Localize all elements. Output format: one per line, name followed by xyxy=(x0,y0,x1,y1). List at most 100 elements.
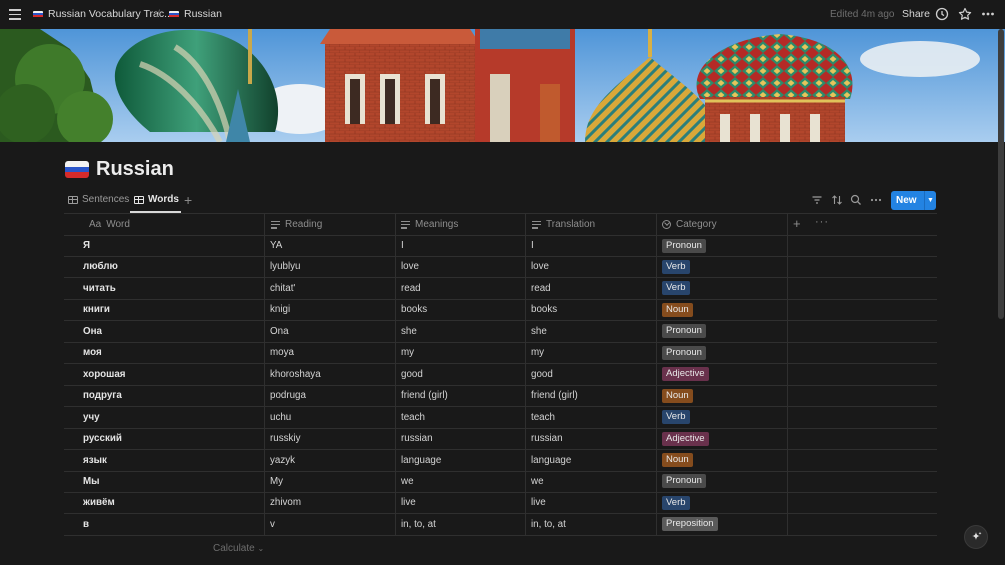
translation-cell[interactable]: russian xyxy=(531,433,563,444)
table-row[interactable]: Я YA I I Pronoun xyxy=(64,235,937,257)
translation-cell[interactable]: friend (girl) xyxy=(531,390,578,401)
breadcrumb-current[interactable]: Russian xyxy=(169,8,222,20)
reading-cell[interactable]: moya xyxy=(270,347,294,358)
word-cell[interactable]: хорошая xyxy=(83,369,126,380)
table-row[interactable]: язык yazyk language language Noun xyxy=(64,450,937,472)
breadcrumb-parent[interactable]: Russian Vocabulary Trac... xyxy=(33,8,173,20)
reading-cell[interactable]: zhivom xyxy=(270,497,301,508)
sort-icon[interactable] xyxy=(831,194,843,206)
translation-cell[interactable]: read xyxy=(531,283,551,294)
reading-cell[interactable]: v xyxy=(270,519,275,530)
category-tag[interactable]: Verb xyxy=(662,281,690,296)
search-icon[interactable] xyxy=(850,194,862,206)
word-cell[interactable]: в xyxy=(83,519,89,530)
meanings-cell[interactable]: my xyxy=(401,347,414,358)
filter-icon[interactable] xyxy=(811,194,823,206)
translation-cell[interactable]: live xyxy=(531,497,546,508)
table-row[interactable]: Мы My we we Pronoun xyxy=(64,471,937,493)
tab-sentences[interactable]: Sentences xyxy=(68,194,129,205)
meanings-cell[interactable]: good xyxy=(401,369,423,380)
clock-icon[interactable] xyxy=(935,7,949,21)
cover-image[interactable] xyxy=(0,29,1005,142)
more-icon[interactable] xyxy=(981,7,995,21)
meanings-cell[interactable]: love xyxy=(401,261,419,272)
category-tag[interactable]: Verb xyxy=(662,495,690,510)
menu-icon[interactable] xyxy=(9,9,21,20)
star-icon[interactable] xyxy=(958,7,972,21)
table-row[interactable]: люблю lyublyu love love Verb xyxy=(64,256,937,279)
table-row[interactable]: в v in, to, at in, to, at Preposition xyxy=(64,514,937,536)
translation-cell[interactable]: good xyxy=(531,369,553,380)
tab-words[interactable]: Words xyxy=(134,194,179,205)
page-scrollbar[interactable] xyxy=(998,29,1004,319)
word-cell[interactable]: люблю xyxy=(83,261,118,272)
more-icon[interactable]: ··· xyxy=(815,216,829,228)
meanings-cell[interactable]: we xyxy=(401,476,414,487)
word-cell[interactable]: Она xyxy=(83,326,102,337)
reading-cell[interactable]: yazyk xyxy=(270,455,295,466)
category-tag[interactable]: Noun xyxy=(662,453,693,467)
table-row[interactable]: учу uchu teach teach Verb xyxy=(64,407,937,429)
meanings-cell[interactable]: friend (girl) xyxy=(401,390,448,401)
meanings-cell[interactable]: russian xyxy=(401,433,433,444)
word-cell[interactable]: живём xyxy=(83,497,115,508)
column-header-meanings[interactable]: Meanings xyxy=(401,219,458,230)
reading-cell[interactable]: chitat' xyxy=(270,283,295,294)
meanings-cell[interactable]: she xyxy=(401,326,417,337)
column-header-translation[interactable]: Translation xyxy=(532,219,595,230)
translation-cell[interactable]: books xyxy=(531,304,557,315)
table-row[interactable]: русский russkiy russian russian Adjective xyxy=(64,428,937,451)
reading-cell[interactable]: My xyxy=(270,476,283,487)
word-cell[interactable]: русский xyxy=(83,433,122,444)
reading-cell[interactable]: podruga xyxy=(270,390,306,401)
calculate-button[interactable]: Calculate ⌄ xyxy=(213,543,264,554)
add-view-button[interactable]: + xyxy=(184,192,192,208)
translation-cell[interactable]: language xyxy=(531,455,571,466)
category-tag[interactable]: Pronoun xyxy=(662,238,706,253)
category-tag[interactable]: Adjective xyxy=(662,367,709,382)
word-cell[interactable]: Я xyxy=(83,240,90,251)
word-cell[interactable]: книги xyxy=(83,304,110,315)
chevron-down-icon[interactable]: ▼ xyxy=(925,197,936,204)
category-tag[interactable]: Verb xyxy=(662,410,690,425)
meanings-cell[interactable]: in, to, at xyxy=(401,519,436,530)
reading-cell[interactable]: khoroshaya xyxy=(270,369,321,380)
meanings-cell[interactable]: language xyxy=(401,455,441,466)
word-cell[interactable]: моя xyxy=(83,347,102,358)
page-title-text[interactable]: Russian xyxy=(96,158,174,181)
more-icon[interactable] xyxy=(870,194,882,206)
translation-cell[interactable]: my xyxy=(531,347,544,358)
word-cell[interactable]: читать xyxy=(83,283,116,294)
reading-cell[interactable]: Ona xyxy=(270,326,289,337)
table-row[interactable]: Она Ona she she Pronoun xyxy=(64,321,937,343)
table-row[interactable]: хорошая khoroshaya good good Adjective xyxy=(64,364,937,386)
reading-cell[interactable]: lyublyu xyxy=(270,261,301,272)
category-tag[interactable]: Pronoun xyxy=(662,474,706,489)
category-tag[interactable]: Noun xyxy=(662,388,693,403)
table-row[interactable]: живём zhivom live live Verb xyxy=(64,492,937,515)
reading-cell[interactable]: knigi xyxy=(270,304,290,315)
word-cell[interactable]: учу xyxy=(83,412,100,423)
reading-cell[interactable]: russkiy xyxy=(270,433,300,444)
meanings-cell[interactable]: books xyxy=(401,304,427,315)
ai-assistant-button[interactable] xyxy=(964,525,988,549)
category-tag[interactable]: Verb xyxy=(662,259,690,274)
meanings-cell[interactable]: live xyxy=(401,497,416,508)
reading-cell[interactable]: YA xyxy=(270,240,282,251)
translation-cell[interactable]: love xyxy=(531,261,549,272)
category-tag[interactable]: Preposition xyxy=(662,517,718,532)
category-tag[interactable]: Pronoun xyxy=(662,345,706,360)
meanings-cell[interactable]: teach xyxy=(401,412,425,423)
translation-cell[interactable]: I xyxy=(531,240,534,251)
meanings-cell[interactable]: I xyxy=(401,240,404,251)
meanings-cell[interactable]: read xyxy=(401,283,421,294)
column-header-reading[interactable]: Reading xyxy=(271,219,322,230)
translation-cell[interactable]: teach xyxy=(531,412,555,423)
word-cell[interactable]: Мы xyxy=(83,476,100,487)
table-row[interactable]: читать chitat' read read Verb xyxy=(64,278,937,300)
share-button[interactable]: Share xyxy=(902,8,930,20)
word-cell[interactable]: язык xyxy=(83,455,107,466)
category-tag[interactable]: Adjective xyxy=(662,431,709,446)
add-property-button[interactable]: + xyxy=(793,216,801,231)
word-cell[interactable]: подруга xyxy=(83,390,122,401)
